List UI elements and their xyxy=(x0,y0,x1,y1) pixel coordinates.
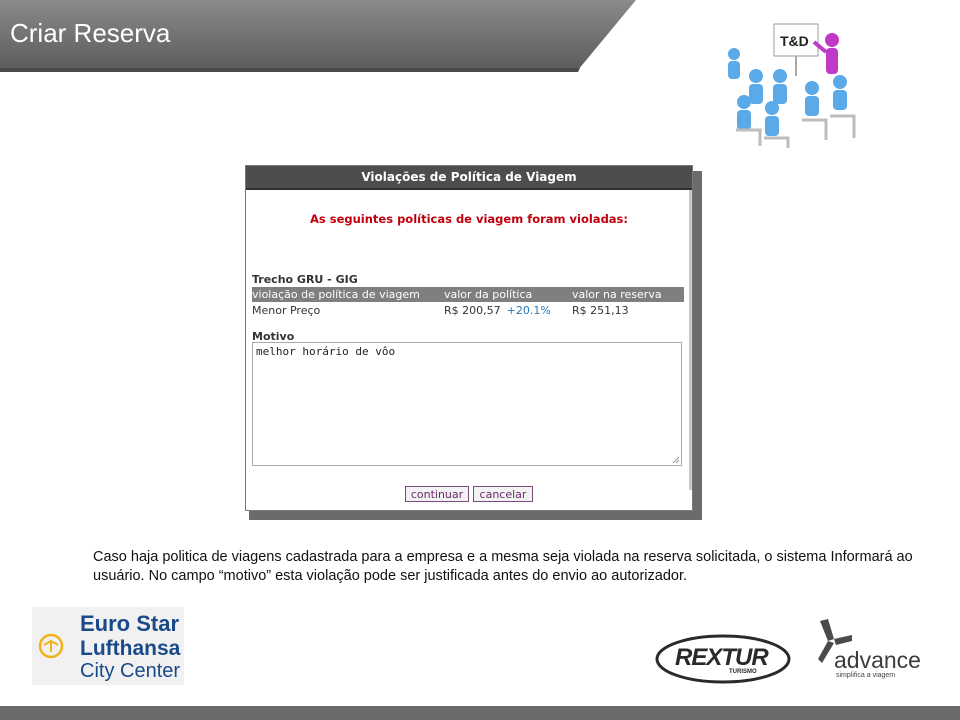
motivo-textarea[interactable]: melhor horário de vôo xyxy=(252,342,682,466)
rextur-subtitle: TURISMO xyxy=(729,669,757,675)
lufthansa-crane-icon xyxy=(38,633,64,659)
policy-value: R$ 200,57 xyxy=(444,304,501,317)
continue-button[interactable]: continuar xyxy=(405,486,469,502)
advance-logo: advance simplifica a viagem xyxy=(814,617,934,681)
lufthansa-text: Lufthansa xyxy=(80,637,181,660)
page-title: Criar Reserva xyxy=(10,18,171,48)
advance-tagline: simplifica a viagem xyxy=(836,672,896,679)
caption-text: Caso haja politica de viagens cadastrada… xyxy=(93,549,913,584)
violation-warning: As seguintes políticas de viagem foram v… xyxy=(309,212,629,226)
board-label: T&D xyxy=(780,33,809,49)
eurostar-text: Euro Star xyxy=(80,611,180,636)
trecho-label: Trecho GRU - GIG xyxy=(252,273,358,286)
rextur-logo: REXTUR TURISMO xyxy=(655,633,791,685)
footer-bar xyxy=(0,706,960,720)
booking-value-cell: R$ 251,13 xyxy=(572,304,629,317)
table-header-row: violação de política de viagem valor da … xyxy=(252,287,684,302)
dialog-title: Violações de Política de Viagem xyxy=(246,166,692,190)
eurostar-lufthansa-logo: Euro Star Lufthansa City Center xyxy=(32,607,184,685)
rextur-wordmark: REXTUR xyxy=(675,644,769,671)
percent-over: +20.1% xyxy=(506,304,551,317)
column-header: valor da política xyxy=(444,288,533,301)
city-center-text: City Center xyxy=(80,660,181,682)
column-header: violação de política de viagem xyxy=(252,288,420,301)
column-header: valor na reserva xyxy=(572,288,662,301)
training-illustration: T&D xyxy=(728,23,856,148)
policy-violation-dialog: Violações de Política de Viagem As segui… xyxy=(245,165,693,511)
policy-name-cell: Menor Preço xyxy=(252,304,321,317)
resize-grip-icon[interactable] xyxy=(672,456,680,464)
policy-value-cell: R$ 200,57 +20.1% xyxy=(444,303,551,318)
table-row: Menor Preço R$ 200,57 +20.1% R$ 251,13 xyxy=(252,303,684,318)
dialog-scrollbar[interactable] xyxy=(689,190,692,490)
advance-wordmark: advance xyxy=(834,647,921,673)
cancel-button[interactable]: cancelar xyxy=(473,486,533,502)
motivo-text: melhor horário de vôo xyxy=(256,345,396,358)
